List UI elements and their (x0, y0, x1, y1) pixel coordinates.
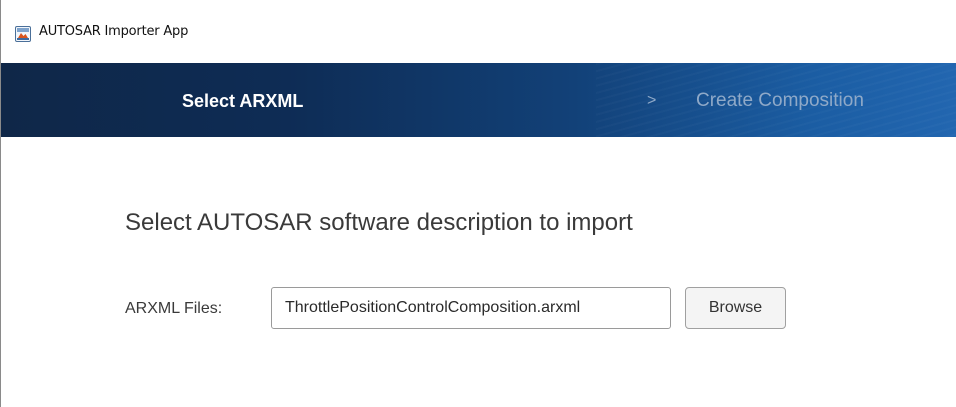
step-select-arxml: Select ARXML (182, 91, 304, 111)
title-bar: AUTOSAR Importer App (1, 0, 956, 63)
matlab-app-icon (15, 26, 31, 42)
main-content: Select AUTOSAR software description to i… (1, 137, 956, 407)
page-heading: Select AUTOSAR software description to i… (125, 209, 633, 236)
step-separator: > (647, 92, 657, 109)
browse-button[interactable]: Browse (685, 287, 786, 329)
arxml-files-input[interactable] (271, 287, 671, 329)
app-window: AUTOSAR Importer App Select ARXML > Crea… (0, 0, 956, 407)
window-title: AUTOSAR Importer App (39, 24, 189, 39)
step-create-composition: Create Composition (696, 90, 864, 111)
arxml-files-label: ARXML Files: (125, 300, 223, 317)
wizard-step-header: Select ARXML > Create Composition (1, 63, 956, 137)
